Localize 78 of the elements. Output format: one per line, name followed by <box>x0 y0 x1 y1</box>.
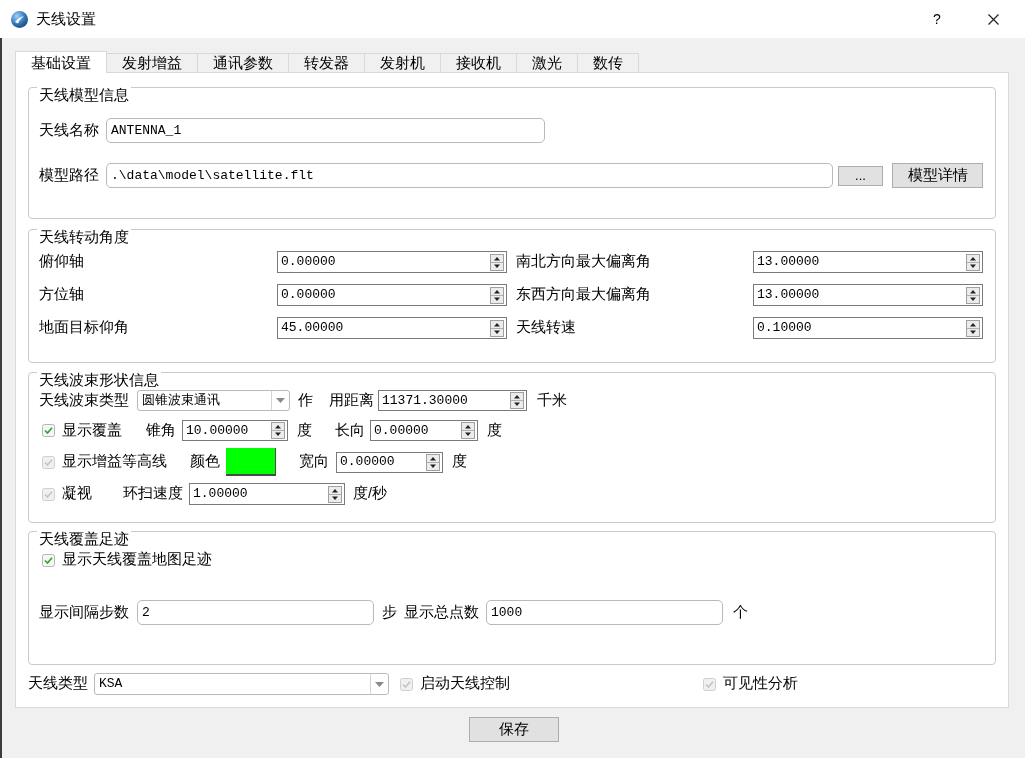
spin-box[interactable]: 0.00000 <box>370 420 478 441</box>
field-label: 天线类型 <box>28 674 88 694</box>
spin-arrows-icon <box>966 319 980 337</box>
field-label: 模型路径 <box>39 165 99 185</box>
browse-button[interactable]: ... <box>838 165 883 186</box>
field-label: 千米 <box>537 390 567 410</box>
close-icon <box>987 13 999 25</box>
tab[interactable]: 基础设置 <box>15 51 107 73</box>
spin-box[interactable]: 1.00000 <box>189 483 345 505</box>
spin-box[interactable]: 0.00000 <box>336 451 443 473</box>
caret-icon <box>276 398 285 403</box>
spin-arrows-icon <box>490 319 504 337</box>
field-label: 东西方向最大偏离角 <box>516 285 651 305</box>
input-field[interactable]: 1000 <box>486 600 723 625</box>
tab[interactable]: 激光 <box>517 53 578 72</box>
field-label: 度 <box>452 452 467 472</box>
spin-box[interactable]: 11371.30000 <box>378 390 527 411</box>
spin-arrows-icon <box>966 286 980 304</box>
spin-box[interactable]: 13.00000 <box>753 251 983 273</box>
field-label: 颜色 <box>190 452 220 472</box>
checkbox[interactable]: 显示覆盖 <box>42 419 122 442</box>
tab[interactable]: 通讯参数 <box>198 53 289 72</box>
input-field[interactable]: 2 <box>137 600 374 625</box>
checkbox[interactable]: 显示天线覆盖地图足迹 <box>42 549 212 571</box>
field-label: 作 <box>298 390 313 410</box>
spin-box[interactable]: 0.10000 <box>753 317 983 339</box>
spin-box[interactable]: 10.00000 <box>182 420 288 441</box>
app-icon <box>11 10 28 28</box>
field-label: 天线名称 <box>39 120 99 140</box>
spin-box[interactable]: 45.00000 <box>277 317 507 339</box>
field-label: 用距离 <box>329 390 374 410</box>
spin-box[interactable]: 0.00000 <box>277 251 507 273</box>
caret-icon <box>375 681 384 687</box>
tab[interactable]: 发射机 <box>365 53 441 72</box>
group-title: 天线转动角度 <box>37 229 131 246</box>
field-label: 显示间隔步数 <box>39 602 129 622</box>
field-label: 度 <box>297 420 312 440</box>
field-label: 环扫速度 <box>123 484 183 504</box>
details-button[interactable]: 模型详情 <box>892 163 983 188</box>
tab[interactable]: 接收机 <box>441 53 517 72</box>
field-label: 天线波束类型 <box>39 390 129 410</box>
input-field[interactable]: .\data\model\satellite.flt <box>106 163 833 188</box>
dropdown[interactable]: 圆锥波束通讯 <box>137 390 290 411</box>
field-label: 宽向 <box>299 452 329 472</box>
dropdown[interactable]: KSA <box>94 673 389 695</box>
tab[interactable]: 转发器 <box>289 53 365 72</box>
spin-box[interactable]: 0.00000 <box>277 284 507 306</box>
spin-arrows-icon <box>271 422 285 439</box>
group-title: 天线模型信息 <box>37 87 131 104</box>
field-label: 长向 <box>335 420 365 440</box>
tab[interactable]: 发射增益 <box>107 53 198 72</box>
group-title: 天线覆盖足迹 <box>37 531 131 548</box>
field-label: 锥角 <box>146 420 176 440</box>
spin-arrows-icon <box>510 392 524 409</box>
spin-arrows-icon <box>490 253 504 271</box>
save-button[interactable]: 保存 <box>468 717 559 742</box>
field-label: 方位轴 <box>39 285 84 305</box>
field-label: 度/秒 <box>353 484 388 504</box>
spin-box[interactable]: 13.00000 <box>753 284 983 306</box>
field-label: 天线转速 <box>516 318 576 338</box>
help-button[interactable]: ? <box>914 0 960 38</box>
tab[interactable]: 数传 <box>578 53 639 72</box>
spin-arrows-icon <box>461 422 475 439</box>
input-field[interactable]: ANTENNA_1 <box>106 118 545 143</box>
window-title: 天线设置 <box>36 10 96 29</box>
field-label: 南北方向最大偏离角 <box>516 252 651 272</box>
group-title: 天线波束形状信息 <box>37 372 161 389</box>
field-label: 个 <box>733 602 748 622</box>
spin-arrows-icon <box>966 253 980 271</box>
field-label: 地面目标仰角 <box>39 318 129 338</box>
color-swatch[interactable] <box>226 448 276 476</box>
field-label: 度 <box>487 420 502 440</box>
spin-arrows-icon <box>426 453 440 471</box>
field-label: 俯仰轴 <box>39 252 84 272</box>
spin-arrows-icon <box>328 485 342 503</box>
spin-arrows-icon <box>490 286 504 304</box>
field-label: 显示总点数 <box>404 602 479 622</box>
field-label: 步 <box>382 602 397 622</box>
